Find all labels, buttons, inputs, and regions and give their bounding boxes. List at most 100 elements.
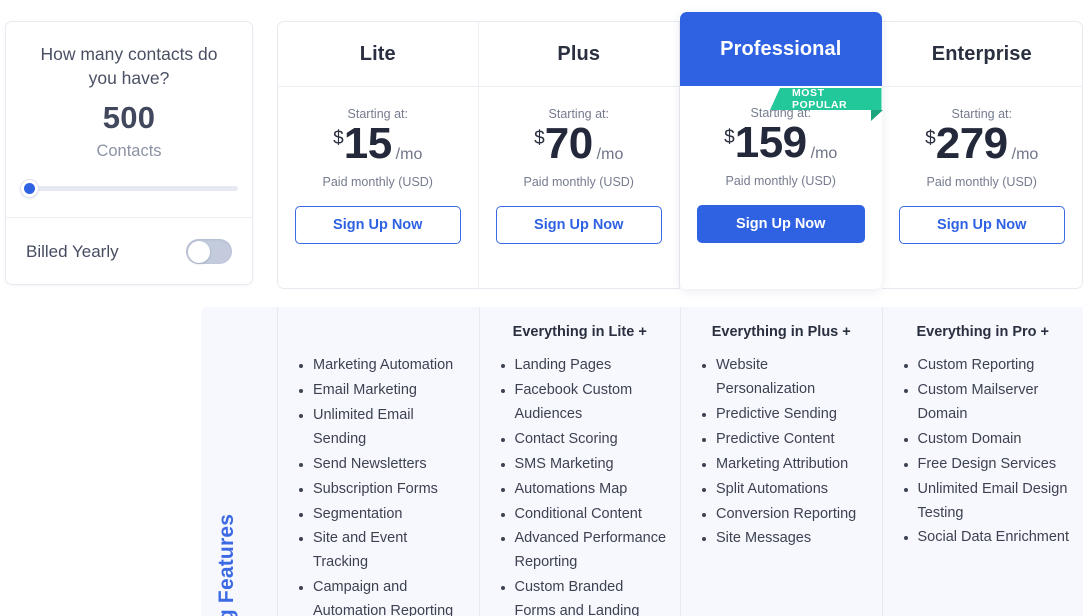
paid-note: Paid monthly (USD) [725,173,836,188]
feature-item: Contact Scoring [497,428,668,452]
feature-item: Landing Pages [497,354,668,378]
slider-handle[interactable] [20,179,39,198]
feature-item: Send Newsletters [295,453,466,477]
billing-period-row: Billed Yearly [6,218,252,285]
features-label-column: Marketing Features [201,307,277,616]
features-column-lite: Marketing Automation Email Marketing Unlim… [277,307,479,616]
signup-button-professional[interactable]: Sign Up Now [697,204,865,243]
feature-item: Marketing Automation [295,354,466,378]
currency-symbol: $ [925,128,936,149]
contacts-slider[interactable] [20,175,238,201]
currency-symbol: $ [724,127,735,148]
plan-name-professional: Professional [720,37,842,60]
plan-card-enterprise: Enterprise Starting at: $ 279 /mo Paid m… [881,21,1083,289]
features-column-plus: Everything in Lite + Landing Pages Facebo… [478,307,681,616]
plan-name-enterprise: Enterprise [931,42,1032,65]
price-block-enterprise: Starting at: $ 279 /mo Paid monthly (USD… [882,87,1083,189]
feature-item: Automations Map [497,478,668,502]
feature-item: Custom Reporting [900,354,1071,378]
contacts-selector-card: How many contacts do you have? 500 Conta… [5,21,253,285]
feature-item: Predictive Sending [698,403,869,427]
cta-wrap: Sign Up Now [680,188,882,243]
feature-item: Site and Event Tracking [295,527,466,575]
feature-item: Facebook Custom Audiences [497,379,668,427]
feature-item: Social Data Enrichment [900,526,1071,550]
paid-note: Paid monthly (USD) [322,174,433,189]
price-amount: 70 [544,119,593,168]
plan-name-lite: Lite [359,42,396,65]
cta-wrap: Sign Up Now [278,189,478,244]
price-period: /mo [810,144,838,162]
features-list-professional: Website Personalization Predictive Sendin… [694,354,869,551]
features-list-lite: Marketing Automation Email Marketing Unlim… [291,354,466,616]
ribbon-fold-icon [870,110,883,121]
price-amount: 279 [935,119,1008,168]
features-list-enterprise: Custom Reporting Custom Mailserver Domain… [896,354,1071,550]
plan-header-professional: Professional [680,12,882,86]
feature-item: Advanced Performance Reporting [497,527,668,575]
most-popular-badge: MOST POPULAR [770,88,883,121]
price-block-plus: Starting at: $ 70 /mo Paid monthly (USD) [479,87,680,189]
currency-symbol: $ [333,128,344,149]
plan-card-lite: Lite Starting at: $ 15 /mo Paid monthly … [277,21,479,289]
features-list-plus: Landing Pages Facebook Custom Audiences Co… [493,354,668,616]
price-row: $ 70 /mo [479,119,680,168]
price-period: /mo [395,145,423,163]
feature-item: Conditional Content [497,503,668,527]
features-column-professional: Everything in Plus + Website Personaliza… [680,307,882,616]
marketing-features-label: Marketing Features [215,513,238,616]
billed-yearly-label: Billed Yearly [26,241,119,261]
currency-symbol: $ [534,128,545,149]
plan-header-lite: Lite [278,22,478,87]
contacts-question: How many contacts do you have? [40,44,218,88]
price-row: $ 159 /mo [680,118,882,167]
feature-item: Marketing Attribution [698,453,869,477]
feature-item: Site Messages [698,527,869,551]
price-period: /mo [1011,145,1039,163]
feature-item: Custom Domain [900,428,1071,452]
feature-item: Custom Mailserver Domain [900,379,1071,427]
features-column-enterprise: Everything in Pro + Custom Reporting Cust… [881,307,1084,616]
price-row: $ 15 /mo [278,119,478,168]
pricing-page: How many contacts do you have? 500 Conta… [0,0,1088,616]
features-comparison-section: Marketing Features Marketing Automation E… [201,307,1083,616]
feature-item: Free Design Services [900,453,1071,477]
plan-name-plus: Plus [557,42,601,65]
price-amount: 15 [343,119,392,168]
contacts-count-label: Contacts [96,142,162,161]
toggle-knob [187,240,210,263]
feature-item: SMS Marketing [497,453,668,477]
price-row: $ 279 /mo [882,119,1083,168]
feature-item: Split Automations [698,478,869,502]
cta-wrap: Sign Up Now [479,189,680,244]
feature-item: Predictive Content [698,428,869,452]
plan-header-plus: Plus [478,22,679,87]
feature-item: Segmentation [295,503,466,527]
features-column-title: Everything in Plus + [711,324,851,340]
feature-item: Email Marketing [295,379,466,403]
feature-item: Website Personalization [698,354,869,402]
billed-yearly-toggle[interactable] [186,239,232,264]
price-amount: 159 [734,118,807,167]
features-column-title: Everything in Lite + [512,324,647,340]
contacts-count-value: 500 [102,100,156,136]
paid-note: Paid monthly (USD) [926,174,1037,189]
signup-button-lite[interactable]: Sign Up Now [295,205,461,244]
paid-note: Paid monthly (USD) [523,174,634,189]
feature-item: Custom Branded Forms and Landing Pages [497,576,668,616]
cta-wrap: Sign Up Now [882,189,1083,244]
features-column-title: Everything in Pro + [916,324,1050,340]
price-block-lite: Starting at: $ 15 /mo Paid monthly (USD) [278,87,478,189]
plan-cards: Lite Starting at: $ 15 /mo Paid monthly … [277,12,1083,289]
feature-item: Campaign and Automation Reporting [295,576,466,616]
signup-button-enterprise[interactable]: Sign Up Now [898,205,1065,244]
feature-item: Conversion Reporting [698,503,869,527]
slider-track[interactable] [28,186,238,191]
plan-card-plus: Plus Starting at: $ 70 /mo Paid monthly … [478,21,680,289]
signup-button-plus[interactable]: Sign Up Now [495,205,662,244]
plan-header-enterprise: Enterprise [881,22,1082,87]
feature-item: Subscription Forms [295,478,466,502]
feature-item: Unlimited Email Sending [295,404,466,452]
price-period: /mo [596,145,624,163]
contacts-quantity-panel: How many contacts do you have? 500 Conta… [6,22,252,218]
